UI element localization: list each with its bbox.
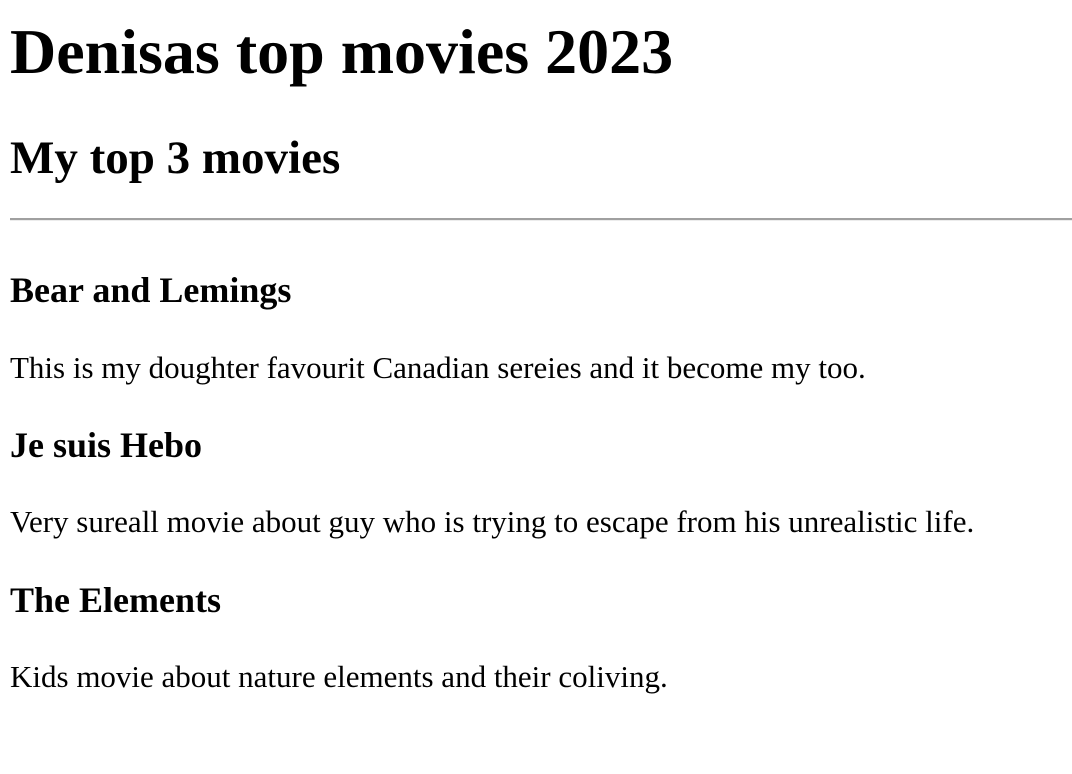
- movie-title-2: Je suis Hebo: [10, 425, 203, 465]
- movie-description-1: This is my doughter favourit Canadian se…: [10, 350, 866, 385]
- movie-title-1: Bear and Lemings: [10, 270, 292, 310]
- movie-description-2: Very sureall movie about guy who is tryi…: [10, 504, 975, 539]
- page-title: Denisas top movies 2023: [10, 16, 674, 87]
- horizontal-divider: [10, 218, 1072, 221]
- movie-description-3: Kids movie about nature elements and the…: [10, 659, 668, 694]
- page-subtitle: My top 3 movies: [10, 132, 341, 184]
- movie-title-3: The Elements: [10, 580, 221, 620]
